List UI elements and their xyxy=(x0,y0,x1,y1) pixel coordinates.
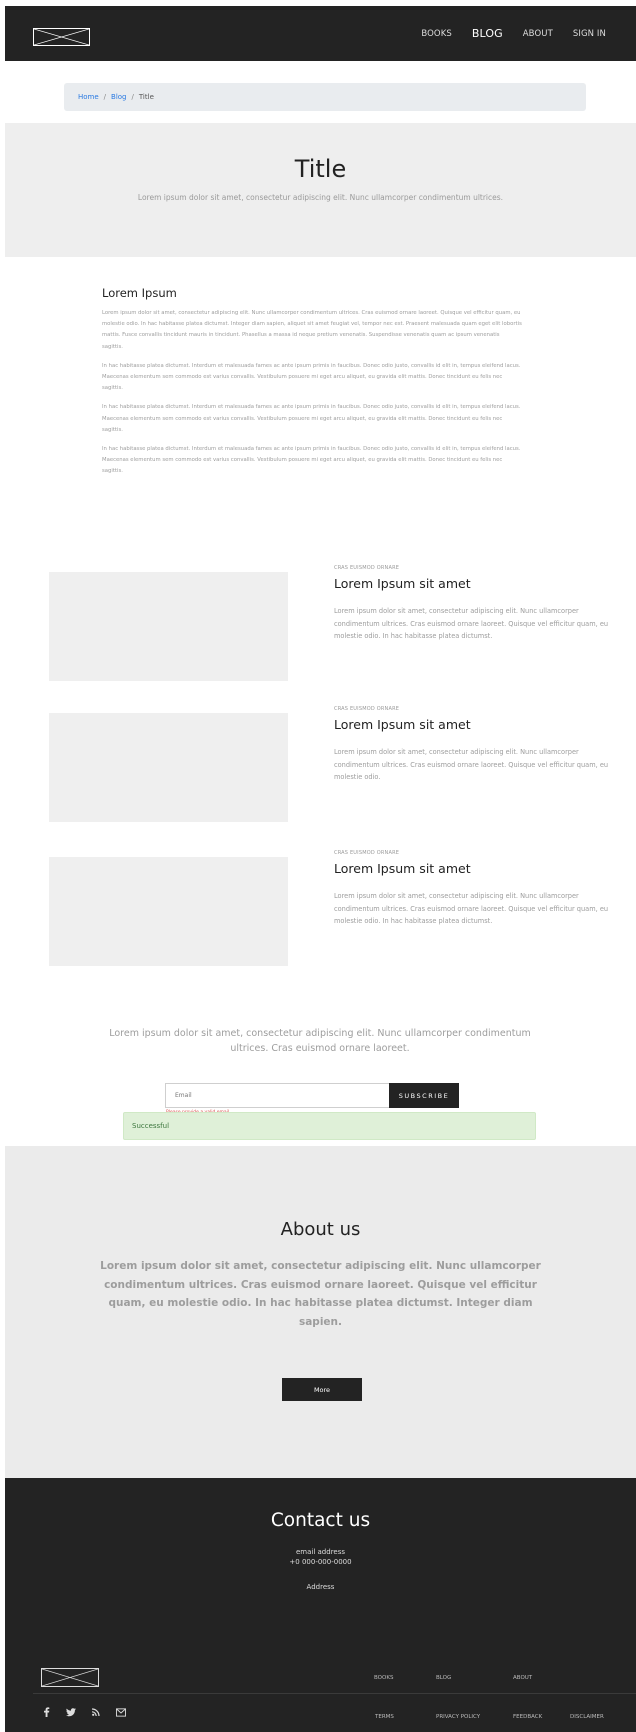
footer-link-books[interactable]: BOOKS xyxy=(374,1675,393,1681)
footer-logo[interactable] xyxy=(41,1668,99,1687)
post-title[interactable]: Lorem Ipsum sit amet xyxy=(334,861,614,876)
post-category: CRAS EUISMOD ORNARE xyxy=(334,565,400,571)
breadcrumb-home[interactable]: Home xyxy=(78,93,99,101)
top-navbar: BOOKS BLOG ABOUT SIGN IN xyxy=(5,6,636,61)
footer-divider xyxy=(33,1693,636,1694)
social-links xyxy=(41,1707,126,1717)
post-meta: CRAS EUISMOD ORNARE Lorem Ipsum sit amet… xyxy=(334,706,614,784)
site-logo[interactable] xyxy=(33,28,90,46)
breadcrumb-blog[interactable]: Blog xyxy=(111,93,126,101)
post-excerpt: Lorem ipsum dolor sit amet, consectetur … xyxy=(334,607,609,640)
about-section: About us Lorem ipsum dolor sit amet, con… xyxy=(5,1146,636,1478)
success-alert: Successful xyxy=(123,1112,536,1140)
footer-link-blog[interactable]: BLOG xyxy=(436,1675,451,1681)
subscribe-form: SUBSCRIBE xyxy=(165,1083,465,1108)
post-title[interactable]: Lorem Ipsum sit amet xyxy=(334,576,614,591)
footer-link-terms[interactable]: TERMS xyxy=(375,1714,394,1720)
page-title: Title xyxy=(294,155,347,183)
article-paragraph: In hac habitasse platea dictumst. Interd… xyxy=(102,404,521,433)
post-card: CRAS EUISMOD ORNARE Lorem Ipsum sit amet… xyxy=(49,850,609,966)
post-title[interactable]: Lorem Ipsum sit amet xyxy=(334,717,614,732)
mail-icon[interactable] xyxy=(116,1707,126,1717)
footer-link-privacy-policy[interactable]: PRIVACY POLICY xyxy=(436,1714,480,1720)
post-excerpt: Lorem ipsum dolor sit amet, consectetur … xyxy=(334,748,609,781)
page: BOOKS BLOG ABOUT SIGN IN Home / Blog / T… xyxy=(5,6,636,1732)
success-alert-text: Successful xyxy=(132,1122,170,1130)
nav-about[interactable]: ABOUT xyxy=(523,29,553,39)
post-card: CRAS EUISMOD ORNARE Lorem Ipsum sit amet… xyxy=(49,565,609,681)
more-button[interactable]: More xyxy=(282,1378,362,1401)
article-heading: Lorem Ipsum xyxy=(102,286,177,300)
article: Lorem Ipsum Lorem ipsum dolor sit amet, … xyxy=(102,286,522,486)
facebook-icon[interactable] xyxy=(41,1707,51,1717)
breadcrumb-separator: / xyxy=(131,93,134,101)
article-paragraph: In hac habitasse platea dictumst. Interd… xyxy=(102,362,521,392)
main-nav: BOOKS BLOG ABOUT SIGN IN xyxy=(421,6,606,61)
footer-link-disclaimer[interactable]: DISCLAIMER xyxy=(570,1714,604,1720)
post-excerpt: Lorem ipsum dolor sit amet, consectetur … xyxy=(334,892,609,925)
page-subtitle: Lorem ipsum dolor sit amet, consectetur … xyxy=(137,193,504,202)
post-thumbnail[interactable] xyxy=(49,572,288,681)
post-thumbnail[interactable] xyxy=(49,713,288,822)
subscribe-text: Lorem ipsum dolor sit amet, consectetur … xyxy=(109,1028,531,1054)
about-text: Lorem ipsum dolor sit amet, consectetur … xyxy=(100,1260,541,1328)
post-meta: CRAS EUISMOD ORNARE Lorem Ipsum sit amet… xyxy=(334,850,614,928)
twitter-icon[interactable] xyxy=(66,1707,76,1717)
footer-link-about[interactable]: ABOUT xyxy=(513,1675,532,1681)
post-card: CRAS EUISMOD ORNARE Lorem Ipsum sit amet… xyxy=(49,706,609,822)
contact-footer: Contact us email address +0 000-000-0000… xyxy=(5,1478,636,1732)
post-meta: CRAS EUISMOD ORNARE Lorem Ipsum sit amet… xyxy=(334,565,614,643)
post-category: CRAS EUISMOD ORNARE xyxy=(334,706,400,712)
article-paragraph: In hac habitasse platea dictumst. Interd… xyxy=(102,446,521,475)
post-category: CRAS EUISMOD ORNARE xyxy=(334,850,400,856)
article-paragraph: Lorem ipsum dolor sit amet, consectetur … xyxy=(102,310,522,350)
breadcrumb-separator: / xyxy=(103,93,107,101)
hero-section: Title Lorem ipsum dolor sit amet, consec… xyxy=(5,123,636,257)
contact-title: Contact us xyxy=(270,1510,371,1531)
nav-sign-in[interactable]: SIGN IN xyxy=(573,29,606,39)
footer-link-feedback[interactable]: FEEDBACK xyxy=(513,1714,542,1720)
post-thumbnail[interactable] xyxy=(49,857,288,966)
rss-icon[interactable] xyxy=(91,1707,101,1717)
breadcrumb: Home / Blog / Title xyxy=(64,83,586,111)
contact-phone[interactable]: +0 000-000-0000 xyxy=(5,1558,636,1566)
nav-blog[interactable]: BLOG xyxy=(472,27,503,40)
subscribe-button[interactable]: SUBSCRIBE xyxy=(389,1083,459,1108)
contact-email[interactable]: email address xyxy=(5,1548,636,1556)
about-title: About us xyxy=(280,1219,361,1240)
nav-books[interactable]: BOOKS xyxy=(421,29,452,39)
contact-address: Address xyxy=(306,1583,335,1591)
breadcrumb-current: Title xyxy=(138,93,154,101)
email-input[interactable] xyxy=(165,1083,390,1108)
